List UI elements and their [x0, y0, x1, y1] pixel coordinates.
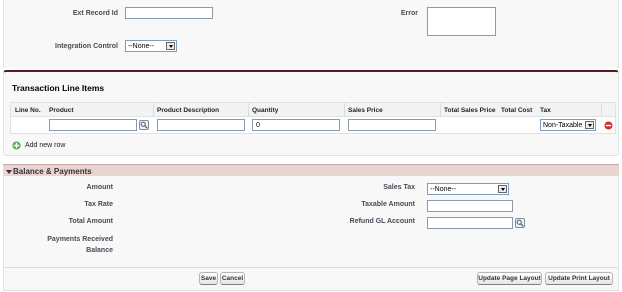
balance-payments-header[interactable]: Balance & Payments	[3, 164, 619, 176]
dropdown-arrow-icon	[498, 185, 507, 193]
refund-gl-account-label: Refund GL Account	[349, 218, 415, 225]
product-description-input[interactable]	[157, 119, 245, 131]
integration-control-value: --None--	[128, 42, 155, 50]
sales-tax-label: Sales Tax	[383, 184, 415, 191]
error-textarea[interactable]	[427, 7, 496, 36]
magnifier-icon	[516, 219, 524, 227]
dropdown-arrow-icon	[166, 42, 175, 50]
transaction-line-items-section: Transaction Line Items Line No. Product …	[3, 70, 619, 156]
error-label: Error	[400, 10, 418, 17]
integration-control-label: Integration Control	[55, 43, 118, 50]
taxable-amount-input[interactable]	[427, 200, 513, 212]
col-quantity: Quantity	[252, 107, 279, 114]
line-items-table: Line No. Product Product Description Qua…	[10, 102, 616, 134]
dropdown-arrow-icon	[585, 121, 594, 129]
col-tax: Tax	[540, 107, 551, 114]
total-amount-label: Total Amount	[68, 218, 113, 225]
balance-label: Balance	[86, 247, 113, 254]
col-product-description: Product Description	[157, 107, 220, 114]
add-new-row-label: Add new row	[25, 141, 66, 149]
add-row-icon	[12, 140, 21, 150]
integration-control-select[interactable]: --None--	[125, 40, 177, 52]
payments-received-label: Payments Received	[47, 236, 113, 243]
save-button[interactable]: Save	[199, 272, 218, 285]
table-row: Non-Taxable	[11, 117, 615, 134]
header-divider	[440, 103, 441, 117]
col-sales-price: Sales Price	[348, 107, 383, 114]
ext-record-id-input[interactable]	[125, 7, 213, 19]
tax-select[interactable]: Non-Taxable	[540, 119, 596, 131]
balance-payments-title: Balance & Payments	[13, 167, 92, 176]
tax-select-value: Non-Taxable	[543, 121, 583, 129]
ext-record-id-label: Ext Record Id	[72, 10, 118, 17]
cancel-button[interactable]: Cancel	[220, 272, 245, 285]
tax-rate-label: Tax Rate	[84, 201, 113, 208]
header-divider	[153, 103, 154, 117]
refund-gl-account-input[interactable]	[427, 217, 513, 229]
line-items-table-header: Line No. Product Product Description Qua…	[11, 103, 615, 117]
col-product: Product	[49, 107, 74, 114]
amount-label: Amount	[86, 184, 113, 191]
col-total-cost: Total Cost	[501, 107, 533, 114]
sales-price-input[interactable]	[348, 119, 436, 131]
sales-tax-value: --None--	[430, 185, 457, 193]
add-new-row-link[interactable]: Add new row	[12, 140, 65, 150]
taxable-amount-label: Taxable Amount	[361, 201, 415, 208]
collapse-caret-icon[interactable]	[6, 170, 12, 174]
update-print-layout-button[interactable]: Update Print Layout	[545, 272, 613, 285]
header-divider	[248, 103, 249, 117]
header-divider	[601, 103, 602, 117]
sales-tax-select[interactable]: --None--	[427, 183, 509, 195]
refund-gl-lookup-icon[interactable]	[515, 218, 525, 228]
update-page-layout-button[interactable]: Update Page Layout	[477, 272, 542, 285]
header-divider	[344, 103, 345, 117]
magnifier-icon	[140, 121, 148, 129]
col-line-no: Line No.	[15, 107, 41, 114]
quantity-input[interactable]	[252, 119, 340, 131]
line-items-title: Transaction Line Items	[12, 83, 105, 93]
product-lookup-icon[interactable]	[139, 120, 149, 130]
col-total-sales-price: Total Sales Price	[444, 107, 496, 114]
remove-row-icon[interactable]	[604, 121, 613, 130]
product-input[interactable]	[49, 119, 137, 131]
